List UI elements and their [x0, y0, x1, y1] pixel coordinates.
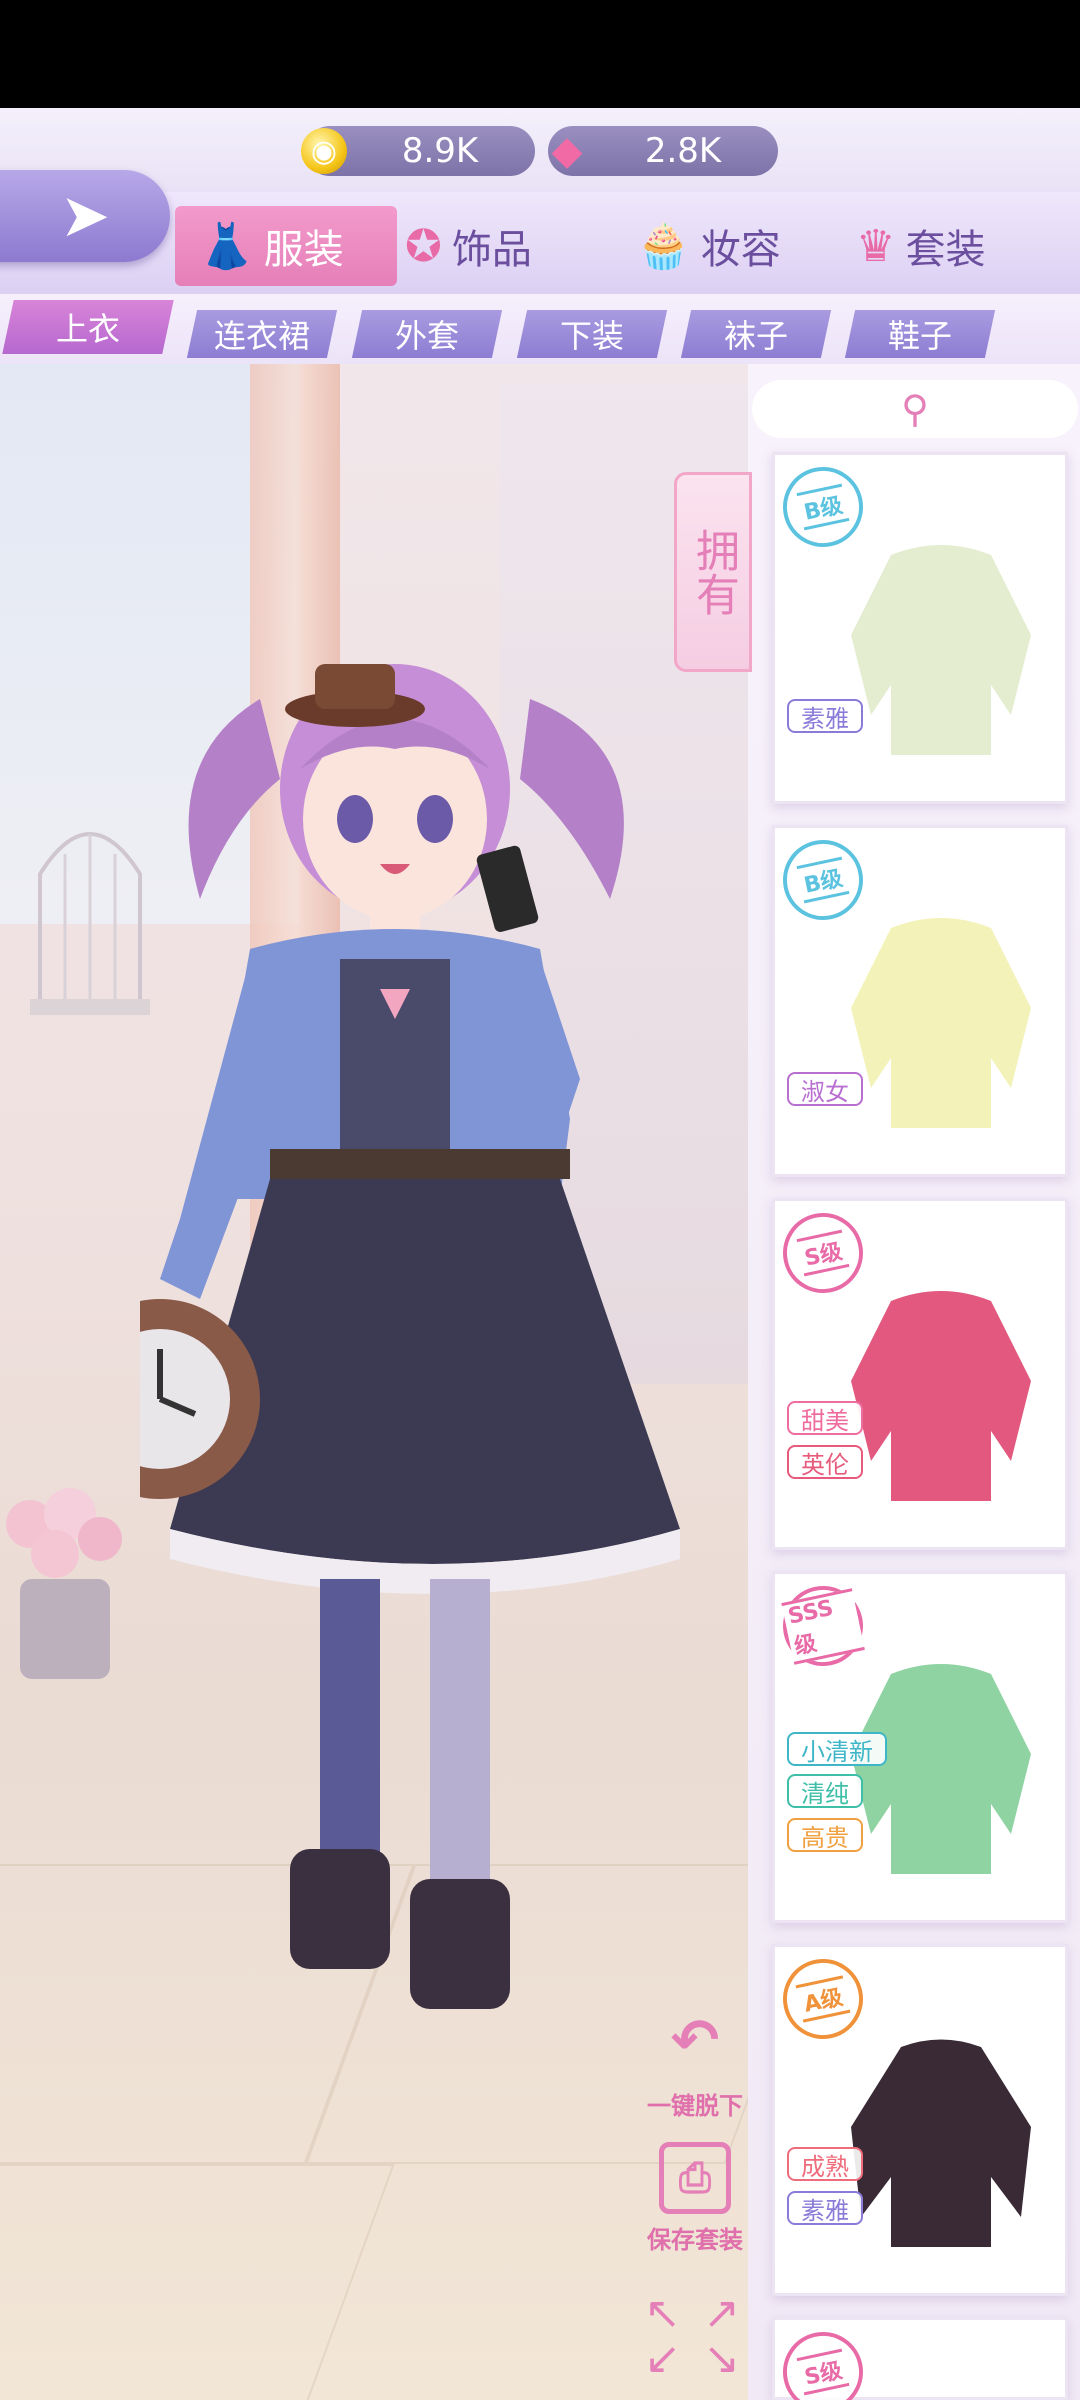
owned-label: 拥有 — [688, 528, 739, 616]
style-tag: 甜美 — [787, 1401, 863, 1435]
tab-label: 服装 — [263, 227, 344, 273]
fullscreen-button[interactable]: ↖ ↗ ↙ ↘ — [644, 2288, 740, 2384]
status-bar — [0, 0, 1080, 108]
tag-label: 素雅 — [801, 704, 849, 733]
undress-all-button[interactable]: ↶ 一键脱下 — [640, 2000, 750, 2121]
top-garment — [851, 1291, 1031, 1501]
search-button[interactable]: ⚲ — [752, 380, 1078, 438]
tag-label: 甜美 — [801, 1406, 849, 1435]
search-icon: ⚲ — [901, 387, 929, 431]
coin-icon: ◉ — [301, 128, 347, 174]
expand-icon: ↗ — [703, 2288, 740, 2339]
cake-icon: 🧁 — [636, 221, 691, 272]
subtab-label: 下装 — [559, 317, 624, 355]
player-avatar[interactable] — [140, 519, 700, 2169]
item-card[interactable]: B级 淑女 — [772, 825, 1068, 1177]
tag-label: 高贵 — [801, 1823, 849, 1852]
undress-label: 一键脱下 — [647, 2092, 743, 2120]
style-tag: 小清新 — [787, 1732, 887, 1766]
style-tag: 英伦 — [787, 1445, 863, 1479]
expand-icon: ↘ — [703, 2333, 740, 2384]
back-arrow-icon: ➤ — [59, 181, 111, 251]
expand-icon: ↙ — [644, 2333, 681, 2384]
subtab-socks[interactable]: 袜子 — [680, 310, 832, 358]
item-card[interactable]: SSS级 小清新 清纯 高贵 — [772, 1571, 1068, 1923]
save-outfit-button[interactable]: ⎙ 保存套装 — [640, 2142, 750, 2255]
tab-label: 妆容 — [700, 227, 781, 273]
flower-vase — [6, 1488, 122, 1679]
grade-badge: S级 — [775, 2324, 871, 2400]
style-tag: 素雅 — [787, 699, 863, 733]
crown-icon: ♛ — [856, 220, 896, 272]
undo-arrow-icon: ↶ — [670, 2006, 720, 2074]
dress-icon: 👗 — [199, 221, 254, 272]
tag-label: 英伦 — [801, 1450, 849, 1479]
style-tag: 淑女 — [787, 1072, 863, 1106]
tab-makeup[interactable]: 🧁 妆容 — [636, 206, 781, 286]
grade-label: S级 — [796, 2348, 850, 2396]
gem-amount: 2.8K — [644, 131, 722, 171]
coin-counter[interactable]: ◉ 8.9K — [301, 126, 535, 176]
subtab-tops[interactable]: 上衣 — [2, 300, 174, 354]
subtab-label: 外套 — [394, 317, 459, 355]
top-garment — [851, 2039, 1031, 2247]
save-label: 保存套装 — [647, 2226, 743, 2254]
subtab-label: 连衣裙 — [213, 317, 310, 355]
coin-amount: 8.9K — [401, 131, 479, 171]
top-garment — [851, 918, 1031, 1128]
tab-clothing[interactable]: 👗 服装 — [175, 206, 397, 286]
style-tag: 成熟 — [787, 2147, 863, 2181]
top-bar: ◉ 8.9K ◆ 2.8K — [0, 108, 1080, 192]
back-button[interactable]: ➤ — [0, 170, 170, 262]
subtab-label: 鞋子 — [887, 317, 952, 355]
style-tag: 素雅 — [787, 2191, 863, 2225]
expand-icon: ↖ — [644, 2288, 681, 2339]
style-tag: 高贵 — [787, 1818, 863, 1852]
tag-label: 小清新 — [801, 1737, 873, 1766]
item-card[interactable]: S级 甜美 英伦 — [772, 1198, 1068, 1550]
star-glasses-icon: ✪ — [405, 220, 442, 272]
subtab-label: 袜子 — [723, 317, 788, 355]
tab-label: 饰品 — [451, 227, 532, 273]
tab-accessories[interactable]: ✪ 饰品 — [405, 206, 532, 286]
gem-icon: ◆ — [551, 128, 583, 174]
item-card[interactable]: S级 — [772, 2317, 1068, 2400]
floor-tile — [0, 2164, 395, 2400]
tag-label: 淑女 — [801, 1077, 849, 1106]
tab-label: 套装 — [905, 227, 986, 273]
tab-outfits[interactable]: ♛ 套装 — [856, 206, 985, 286]
birdcage — [30, 832, 150, 1015]
subtab-label: 上衣 — [55, 310, 120, 348]
subtab-bottoms[interactable]: 下装 — [516, 310, 668, 358]
owned-filter-tab[interactable]: 拥有 — [674, 472, 752, 672]
gem-counter[interactable]: ◆ 2.8K — [548, 126, 778, 176]
item-card[interactable]: B级 素雅 — [772, 452, 1068, 804]
top-garment — [851, 545, 1031, 755]
tag-label: 清纯 — [801, 1779, 849, 1808]
subtab-dresses[interactable]: 连衣裙 — [186, 310, 338, 358]
tag-label: 成熟 — [801, 2152, 849, 2181]
save-icon: ⎙ — [659, 2142, 731, 2214]
subtab-shoes[interactable]: 鞋子 — [844, 310, 996, 358]
item-card[interactable]: A级 成熟 素雅 — [772, 1944, 1068, 2296]
tag-label: 素雅 — [801, 2196, 849, 2225]
subtab-coats[interactable]: 外套 — [351, 310, 503, 358]
style-tag: 清纯 — [787, 1774, 863, 1808]
